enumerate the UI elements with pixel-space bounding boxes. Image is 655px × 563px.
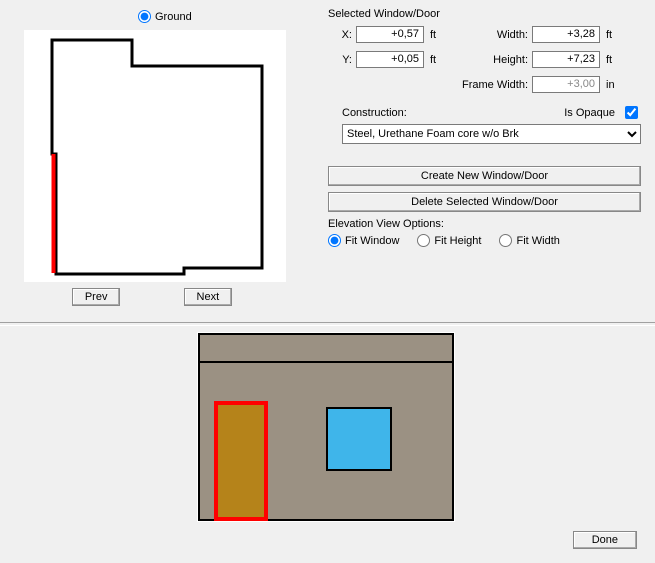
fit-width-label: Fit Width [516,235,559,247]
framewidth-unit: in [606,79,620,91]
done-button[interactable]: Done [573,531,637,549]
height-input[interactable] [532,51,600,68]
floor-radio-group: Ground [138,10,192,23]
elevation-door-selected[interactable] [216,403,266,519]
fit-window-radio[interactable] [328,234,341,247]
fit-window-label: Fit Window [345,235,399,247]
elevation-view[interactable] [197,332,455,522]
selected-window-door-title: Selected Window/Door [328,8,641,20]
create-window-door-button[interactable]: Create New Window/Door [328,166,641,186]
elevation-view-options-title: Elevation View Options: [328,218,641,230]
position-size-grid: X: ft Width: ft Y: ft Height: ft Frame W… [328,26,641,93]
prev-button[interactable]: Prev [72,288,121,306]
elevation-window[interactable] [327,408,391,470]
construction-select[interactable]: Steel, Urethane Foam core w/o Brk [342,124,641,144]
fit-width-radio[interactable] [499,234,512,247]
plan-view[interactable] [24,30,286,282]
y-label: Y: [328,54,356,66]
width-unit: ft [606,29,620,41]
elevation-view-options: Fit Window Fit Height Fit Width [328,234,641,247]
floor-radio-ground[interactable] [138,10,151,23]
fit-height-label: Fit Height [434,235,481,247]
floor-outline [52,40,262,274]
next-button[interactable]: Next [184,288,233,306]
y-unit: ft [430,54,444,66]
framewidth-label: Frame Width: [452,79,532,91]
framewidth-input [532,76,600,93]
construction-label: Construction: [342,107,407,119]
is-opaque-checkbox[interactable] [625,106,638,119]
horizontal-separator [0,322,655,326]
width-input[interactable] [532,26,600,43]
floor-radio-ground-label: Ground [155,11,192,23]
width-label: Width: [452,29,532,41]
y-input[interactable] [356,51,424,68]
x-label: X: [328,29,356,41]
height-label: Height: [452,54,532,66]
x-input[interactable] [356,26,424,43]
delete-window-door-button[interactable]: Delete Selected Window/Door [328,192,641,212]
height-unit: ft [606,54,620,66]
x-unit: ft [430,29,444,41]
is-opaque-label: Is Opaque [564,107,615,119]
fit-height-radio[interactable] [417,234,430,247]
